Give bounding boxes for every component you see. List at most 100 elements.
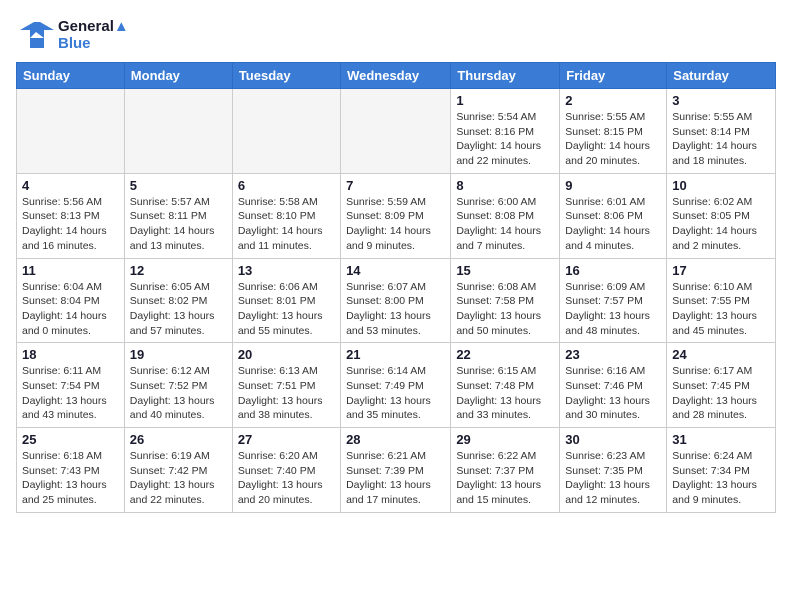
day-number: 31 [672, 432, 770, 447]
weekday-header-saturday: Saturday [667, 63, 776, 89]
day-number: 3 [672, 93, 770, 108]
day-info-text: Sunrise: 6:17 AM Sunset: 7:45 PM Dayligh… [672, 364, 770, 423]
calendar-day-cell [341, 89, 451, 174]
day-info-text: Sunrise: 6:04 AM Sunset: 8:04 PM Dayligh… [22, 280, 119, 339]
day-number: 18 [22, 347, 119, 362]
calendar-week-row: 11 Sunrise: 6:04 AM Sunset: 8:04 PM Dayli… [17, 258, 776, 343]
day-number: 20 [238, 347, 335, 362]
day-info-text: Sunrise: 6:14 AM Sunset: 7:49 PM Dayligh… [346, 364, 445, 423]
day-number: 6 [238, 178, 335, 193]
calendar-day-cell: 24 Sunrise: 6:17 AM Sunset: 7:45 PM Dayli… [667, 343, 776, 428]
calendar-day-cell: 16 Sunrise: 6:09 AM Sunset: 7:57 PM Dayli… [560, 258, 667, 343]
day-info-text: Sunrise: 6:08 AM Sunset: 7:58 PM Dayligh… [456, 280, 554, 339]
calendar-day-cell: 22Sunrise: 6:15 AM Sunset: 7:48 PM Dayli… [451, 343, 560, 428]
day-number: 4 [22, 178, 119, 193]
day-info-text: Sunrise: 6:06 AM Sunset: 8:01 PM Dayligh… [238, 280, 335, 339]
day-info-text: Sunrise: 6:22 AM Sunset: 7:37 PM Dayligh… [456, 449, 554, 508]
day-number: 8 [456, 178, 554, 193]
day-info-text: Sunrise: 5:55 AM Sunset: 8:14 PM Dayligh… [672, 110, 770, 169]
calendar-day-cell: 21 Sunrise: 6:14 AM Sunset: 7:49 PM Dayli… [341, 343, 451, 428]
day-number: 22 [456, 347, 554, 362]
calendar-day-cell: 6 Sunrise: 5:58 AM Sunset: 8:10 PM Daylig… [232, 173, 340, 258]
calendar-day-cell: 13 Sunrise: 6:06 AM Sunset: 8:01 PM Dayli… [232, 258, 340, 343]
calendar-day-cell: 28Sunrise: 6:21 AM Sunset: 7:39 PM Dayli… [341, 428, 451, 513]
calendar-day-cell: 14 Sunrise: 6:07 AM Sunset: 8:00 PM Dayli… [341, 258, 451, 343]
header: General▲ Blue [16, 16, 776, 54]
calendar-day-cell [124, 89, 232, 174]
day-number: 19 [130, 347, 227, 362]
day-info-text: Sunrise: 6:05 AM Sunset: 8:02 PM Dayligh… [130, 280, 227, 339]
weekday-header-monday: Monday [124, 63, 232, 89]
day-info-text: Sunrise: 6:00 AM Sunset: 8:08 PM Dayligh… [456, 195, 554, 254]
day-info-text: Sunrise: 6:12 AM Sunset: 7:52 PM Dayligh… [130, 364, 227, 423]
calendar-week-row: 1 Sunrise: 5:54 AM Sunset: 8:16 PM Daylig… [17, 89, 776, 174]
day-info-text: Sunrise: 6:13 AM Sunset: 7:51 PM Dayligh… [238, 364, 335, 423]
day-info-text: Sunrise: 5:55 AM Sunset: 8:15 PM Dayligh… [565, 110, 661, 169]
day-number: 14 [346, 263, 445, 278]
calendar-day-cell: 5 Sunrise: 5:57 AM Sunset: 8:11 PM Daylig… [124, 173, 232, 258]
calendar-day-cell: 9 Sunrise: 6:01 AM Sunset: 8:06 PM Daylig… [560, 173, 667, 258]
day-number: 15 [456, 263, 554, 278]
day-info-text: Sunrise: 6:16 AM Sunset: 7:46 PM Dayligh… [565, 364, 661, 423]
day-number: 5 [130, 178, 227, 193]
day-number: 21 [346, 347, 445, 362]
day-number: 7 [346, 178, 445, 193]
day-info-text: Sunrise: 5:54 AM Sunset: 8:16 PM Dayligh… [456, 110, 554, 169]
day-info-text: Sunrise: 6:02 AM Sunset: 8:05 PM Dayligh… [672, 195, 770, 254]
calendar-day-cell: 17Sunrise: 6:10 AM Sunset: 7:55 PM Dayli… [667, 258, 776, 343]
weekday-header-row: SundayMondayTuesdayWednesdayThursdayFrid… [17, 63, 776, 89]
day-info-text: Sunrise: 5:56 AM Sunset: 8:13 PM Dayligh… [22, 195, 119, 254]
calendar-day-cell: 15 Sunrise: 6:08 AM Sunset: 7:58 PM Dayli… [451, 258, 560, 343]
calendar-day-cell: 7Sunrise: 5:59 AM Sunset: 8:09 PM Daylig… [341, 173, 451, 258]
calendar-day-cell [17, 89, 125, 174]
day-info-text: Sunrise: 6:23 AM Sunset: 7:35 PM Dayligh… [565, 449, 661, 508]
calendar-day-cell: 18Sunrise: 6:11 AM Sunset: 7:54 PM Dayli… [17, 343, 125, 428]
day-number: 13 [238, 263, 335, 278]
day-info-text: Sunrise: 6:09 AM Sunset: 7:57 PM Dayligh… [565, 280, 661, 339]
logo: General▲ Blue [16, 16, 129, 54]
weekday-header-friday: Friday [560, 63, 667, 89]
logo-bird-icon [16, 16, 54, 54]
weekday-header-tuesday: Tuesday [232, 63, 340, 89]
day-number: 16 [565, 263, 661, 278]
day-info-text: Sunrise: 5:58 AM Sunset: 8:10 PM Dayligh… [238, 195, 335, 254]
day-number: 28 [346, 432, 445, 447]
day-info-text: Sunrise: 6:07 AM Sunset: 8:00 PM Dayligh… [346, 280, 445, 339]
calendar-day-cell [232, 89, 340, 174]
day-info-text: Sunrise: 6:10 AM Sunset: 7:55 PM Dayligh… [672, 280, 770, 339]
day-info-text: Sunrise: 6:20 AM Sunset: 7:40 PM Dayligh… [238, 449, 335, 508]
day-number: 24 [672, 347, 770, 362]
calendar-day-cell: 29 Sunrise: 6:22 AM Sunset: 7:37 PM Dayli… [451, 428, 560, 513]
calendar-table: SundayMondayTuesdayWednesdayThursdayFrid… [16, 62, 776, 513]
day-number: 9 [565, 178, 661, 193]
calendar-day-cell: 3 Sunrise: 5:55 AM Sunset: 8:14 PM Daylig… [667, 89, 776, 174]
calendar-day-cell: 20 Sunrise: 6:13 AM Sunset: 7:51 PM Dayli… [232, 343, 340, 428]
day-number: 10 [672, 178, 770, 193]
calendar-week-row: 18Sunrise: 6:11 AM Sunset: 7:54 PM Dayli… [17, 343, 776, 428]
calendar-day-cell: 19 Sunrise: 6:12 AM Sunset: 7:52 PM Dayli… [124, 343, 232, 428]
weekday-header-wednesday: Wednesday [341, 63, 451, 89]
calendar-day-cell: 23 Sunrise: 6:16 AM Sunset: 7:46 PM Dayli… [560, 343, 667, 428]
day-number: 23 [565, 347, 661, 362]
day-number: 1 [456, 93, 554, 108]
day-info-text: Sunrise: 6:19 AM Sunset: 7:42 PM Dayligh… [130, 449, 227, 508]
calendar-week-row: 25Sunrise: 6:18 AM Sunset: 7:43 PM Dayli… [17, 428, 776, 513]
calendar-day-cell: 4 Sunrise: 5:56 AM Sunset: 8:13 PM Daylig… [17, 173, 125, 258]
calendar-day-cell: 12Sunrise: 6:05 AM Sunset: 8:02 PM Dayli… [124, 258, 232, 343]
day-number: 30 [565, 432, 661, 447]
calendar-day-cell: 26 Sunrise: 6:19 AM Sunset: 7:42 PM Dayli… [124, 428, 232, 513]
day-number: 29 [456, 432, 554, 447]
calendar-day-cell: 11 Sunrise: 6:04 AM Sunset: 8:04 PM Dayli… [17, 258, 125, 343]
day-number: 25 [22, 432, 119, 447]
calendar-day-cell: 1 Sunrise: 5:54 AM Sunset: 8:16 PM Daylig… [451, 89, 560, 174]
day-info-text: Sunrise: 5:57 AM Sunset: 8:11 PM Dayligh… [130, 195, 227, 254]
logo-text-line2: Blue [58, 35, 129, 52]
day-number: 11 [22, 263, 119, 278]
calendar-day-cell: 27 Sunrise: 6:20 AM Sunset: 7:40 PM Dayli… [232, 428, 340, 513]
calendar-week-row: 4 Sunrise: 5:56 AM Sunset: 8:13 PM Daylig… [17, 173, 776, 258]
day-number: 26 [130, 432, 227, 447]
day-info-text: Sunrise: 6:01 AM Sunset: 8:06 PM Dayligh… [565, 195, 661, 254]
calendar-day-cell: 10 Sunrise: 6:02 AM Sunset: 8:05 PM Dayli… [667, 173, 776, 258]
day-info-text: Sunrise: 6:24 AM Sunset: 7:34 PM Dayligh… [672, 449, 770, 508]
day-number: 27 [238, 432, 335, 447]
